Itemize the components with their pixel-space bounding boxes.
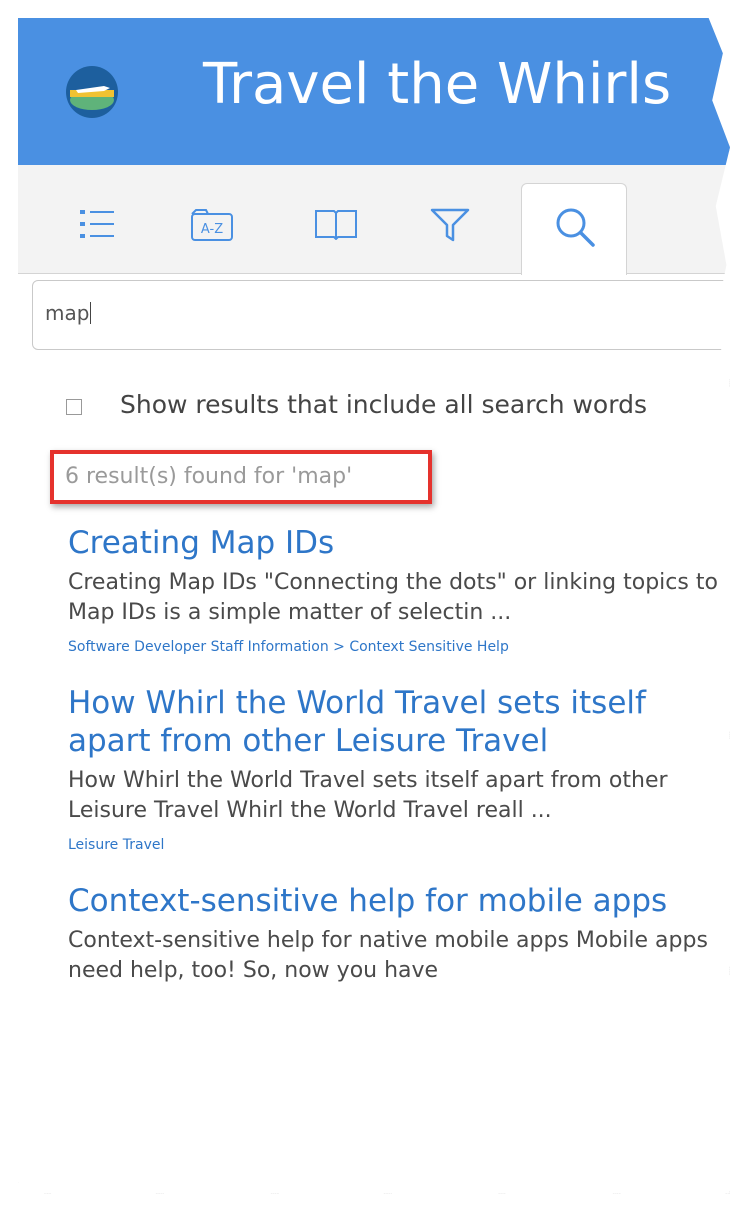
app-header: Travel the Whirls xyxy=(18,18,730,165)
help-panel: Travel the Whirls A-Z map Show results t… xyxy=(18,18,730,1194)
result-snippet: Creating Map IDs "Connecting the dots" o… xyxy=(68,570,718,625)
results-count-highlight: 6 result(s) found for 'map' xyxy=(50,450,432,504)
globe-airplane-logo[interactable] xyxy=(64,64,120,120)
a-z-index-icon[interactable]: A-Z xyxy=(190,208,234,242)
search-result: How Whirl the World Travel sets itself a… xyxy=(68,684,728,856)
result-title-link[interactable]: Context-sensitive help for mobile apps xyxy=(68,882,728,920)
svg-text:A-Z: A-Z xyxy=(201,222,223,237)
result-breadcrumb[interactable]: Leisure Travel xyxy=(68,834,728,856)
filter-icon[interactable] xyxy=(430,208,470,242)
text-caret xyxy=(90,302,92,324)
search-icon xyxy=(556,208,595,247)
result-breadcrumb[interactable]: Software Developer Staff Information > C… xyxy=(68,636,728,658)
result-snippet: How Whirl the World Travel sets itself a… xyxy=(68,768,668,823)
search-result: Context-sensitive help for mobile apps C… xyxy=(68,882,728,986)
search-input-value: map xyxy=(45,301,90,325)
search-input[interactable]: map xyxy=(32,280,730,350)
all-words-checkbox[interactable] xyxy=(66,399,82,415)
results-count: 6 result(s) found for 'map' xyxy=(65,464,353,489)
result-snippet: Context-sensitive help for native mobile… xyxy=(68,928,708,983)
tab-search[interactable] xyxy=(521,183,627,275)
app-title: Travel the Whirls xyxy=(203,52,672,117)
search-result: Creating Map IDs Creating Map IDs "Conne… xyxy=(68,524,728,658)
all-words-label[interactable]: Show results that include all search wor… xyxy=(120,390,647,419)
result-title-link[interactable]: How Whirl the World Travel sets itself a… xyxy=(68,684,728,760)
result-title-link[interactable]: Creating Map IDs xyxy=(68,524,728,562)
list-icon[interactable] xyxy=(80,208,116,240)
search-results-list: Creating Map IDs Creating Map IDs "Conne… xyxy=(68,524,728,1012)
book-icon[interactable] xyxy=(314,208,358,240)
